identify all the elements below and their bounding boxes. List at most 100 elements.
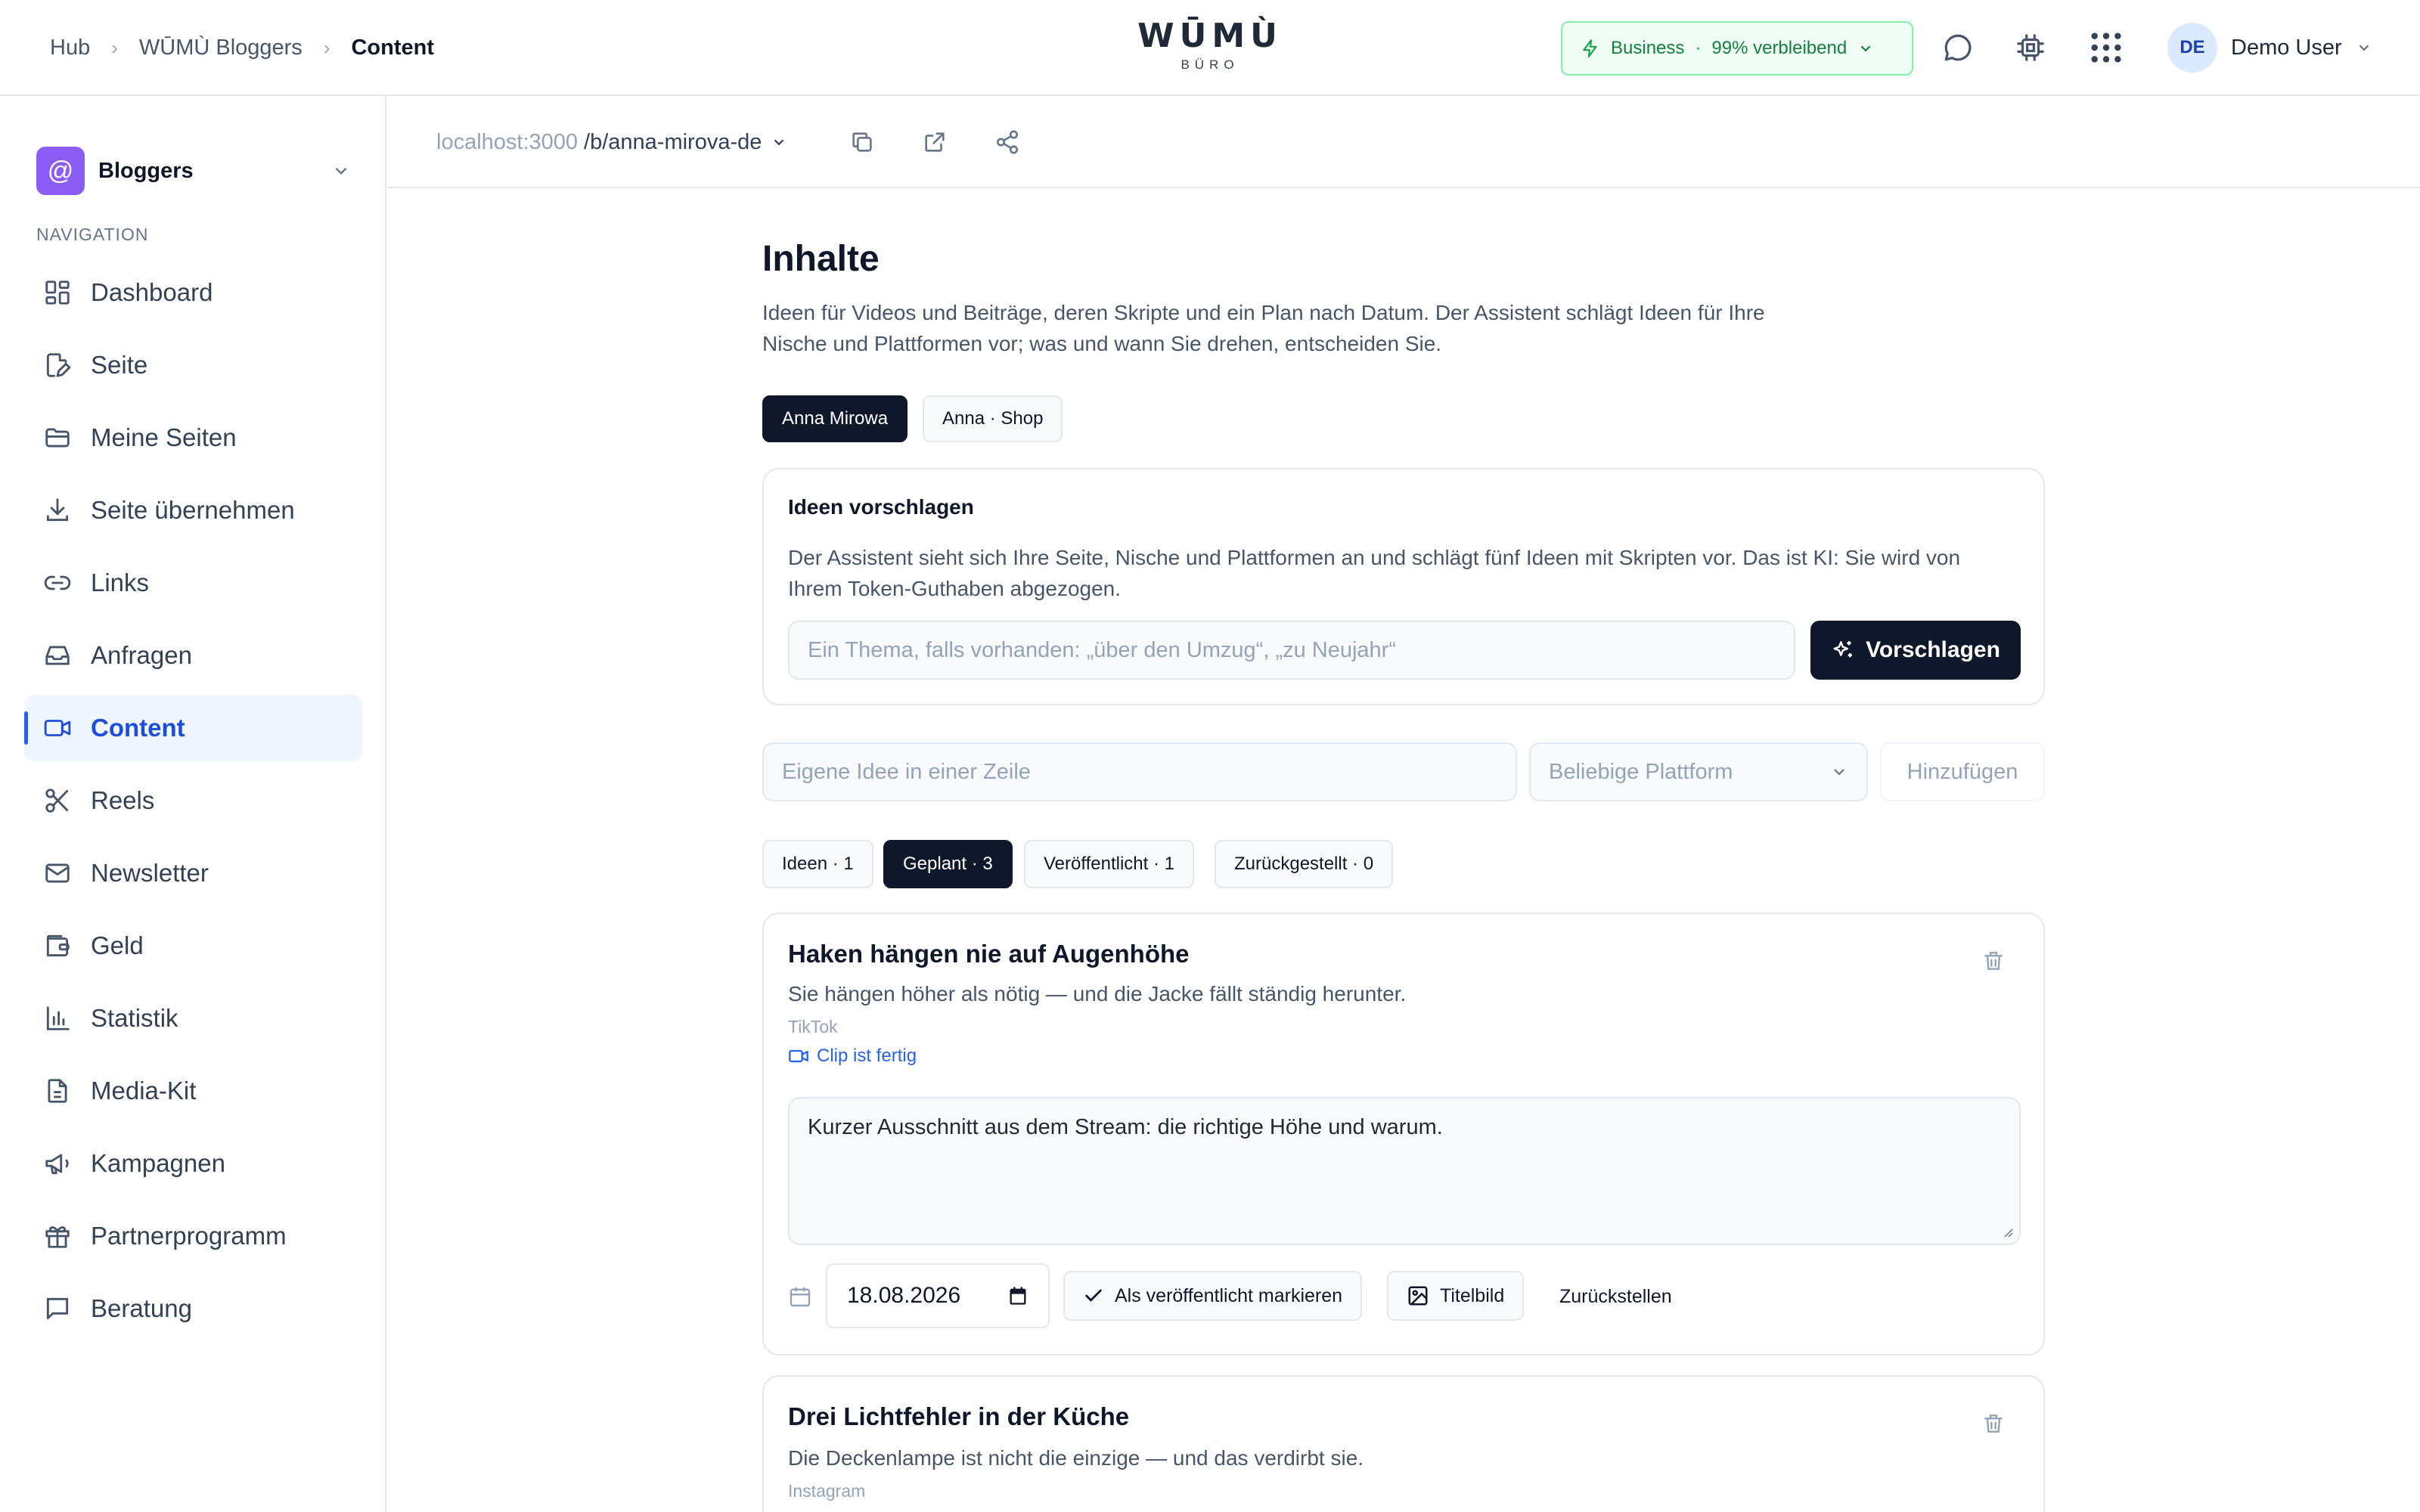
bar-chart-icon (41, 1002, 74, 1035)
dashboard-icon (41, 276, 74, 309)
plan-separator: · (1695, 38, 1702, 58)
sidebar-item-links[interactable]: Links (24, 550, 363, 616)
item-title: Drei Lichtfehler in der Küche (788, 1402, 1130, 1430)
user-name: Demo User (2231, 35, 2342, 60)
chat-bubble-icon[interactable] (1939, 29, 1977, 67)
sidebar-item-kampagnen[interactable]: Kampagnen (24, 1130, 363, 1197)
profile-tab-anna-shop[interactable]: Anna · Shop (923, 395, 1063, 442)
plan-remaining: 99% verbleibend (1711, 38, 1848, 58)
inbox-icon (41, 639, 74, 672)
workspace-badge: @ (36, 147, 85, 195)
resize-handle-icon[interactable] (2001, 1225, 2013, 1238)
page-url-select[interactable]: localhost:3000 /b/anna-mirova-de (436, 96, 787, 188)
sidebar-item-reels[interactable]: Reels (24, 767, 363, 834)
workspace-switcher[interactable]: @ Bloggers (36, 146, 351, 196)
topic-input[interactable]: Ein Thema, falls vorhanden: „über den Um… (788, 621, 1795, 680)
chevron-down-icon (1830, 763, 1848, 781)
nav-section-title: NAVIGATION (36, 225, 149, 244)
sidebar-item-label: Statistik (91, 1004, 178, 1032)
mark-published-button[interactable]: Als veröffentlicht markieren (1063, 1271, 1363, 1321)
cover-image-button[interactable]: Titelbild (1387, 1271, 1525, 1321)
sidebar-item-label: Kampagnen (91, 1149, 225, 1177)
breadcrumb-hub[interactable]: Hub (50, 36, 90, 60)
cover-image-label: Titelbild (1440, 1284, 1505, 1306)
sidebar-item-label: Links (91, 569, 150, 596)
add-idea-button[interactable]: Hinzufügen (1880, 742, 2045, 801)
trash-icon[interactable] (1978, 1408, 2009, 1439)
sidebar-item-media-kit[interactable]: Media-Kit (24, 1058, 363, 1124)
cpu-chip-icon[interactable] (2012, 29, 2049, 67)
filter-tab-geplant[interactable]: Geplant · 3 (883, 840, 1013, 888)
sidebar-item-label: Media-Kit (91, 1077, 197, 1105)
script-textarea[interactable]: Kurzer Ausschnitt aus dem Stream: die ri… (788, 1097, 2021, 1245)
content-item-card: Haken hängen nie auf Augenhöhe Sie hänge… (762, 912, 2045, 1356)
workspace-name: Bloggers (98, 158, 194, 183)
sidebar-item-geld[interactable]: Geld (24, 912, 363, 979)
calendar-picker-icon[interactable] (1007, 1285, 1028, 1306)
suggest-ideas-card: Ideen vorschlagen Der Assistent sieht si… (762, 468, 2045, 705)
gift-icon (41, 1219, 74, 1253)
url-path: /b/anna-mirova-de (584, 129, 762, 154)
sidebar-item-label: Anfragen (91, 641, 192, 669)
sidebar-item-statistik[interactable]: Statistik (24, 985, 363, 1052)
trash-icon[interactable] (1978, 946, 2009, 976)
video-icon (788, 1046, 809, 1067)
clip-ready-link[interactable]: Clip ist fertig (788, 1046, 917, 1067)
apps-grid-icon[interactable] (2087, 29, 2125, 67)
sidebar-item-label: Seite (91, 351, 148, 379)
content-item-card: Drei Lichtfehler in der Küche Die Decken… (762, 1375, 2045, 1512)
megaphone-icon (41, 1147, 74, 1180)
script-text: Kurzer Ausschnitt aus dem Stream: die ri… (808, 1115, 1443, 1139)
check-icon (1083, 1285, 1104, 1306)
suggest-text: Der Assistent sieht sich Ihre Seite, Nis… (788, 546, 1961, 600)
platform-select-value: Beliebige Plattform (1549, 759, 1733, 784)
filter-tab-ideen[interactable]: Ideen · 1 (762, 840, 873, 888)
top-bar: Hub › WŪMÙ Bloggers › Content WŪMÙ BÜRO … (0, 0, 2420, 96)
chevron-down-icon (771, 134, 787, 150)
postpone-button[interactable]: Zurückstellen (1559, 1286, 1672, 1308)
sidebar-item-anfragen[interactable]: Anfragen (24, 622, 363, 689)
profile-tab-anna-mirowa[interactable]: Anna Mirowa (762, 395, 908, 442)
suggest-title: Ideen vorschlagen (788, 495, 974, 519)
image-icon (1407, 1284, 1429, 1307)
sidebar-item-label: Seite übernehmen (91, 496, 295, 524)
copy-icon[interactable] (845, 125, 880, 160)
plan-usage-button[interactable]: Business · 99% verbleibend (1561, 21, 1913, 76)
sidebar-item-meine-seiten[interactable]: Meine Seiten (24, 404, 363, 471)
sidebar-item-seite-uebernehmen[interactable]: Seite übernehmen (24, 477, 363, 544)
sidebar-item-beratung[interactable]: Beratung (24, 1275, 363, 1342)
schedule-date-input[interactable]: 18.08.2026 (826, 1263, 1050, 1328)
sidebar-item-newsletter[interactable]: Newsletter (24, 840, 363, 906)
sidebar: @ Bloggers NAVIGATION Dashboard Seite Me… (0, 96, 386, 1512)
download-icon (41, 494, 74, 527)
own-idea-input[interactable]: Eigene Idee in einer Zeile (762, 742, 1517, 801)
mail-icon (41, 857, 74, 890)
share-icon[interactable] (990, 125, 1025, 160)
filter-tab-zurueckgestellt[interactable]: Zurückgestellt · 0 (1215, 840, 1394, 888)
logo-subtitle: BÜRO (1181, 57, 1239, 72)
suggest-button-label: Vorschlagen (1866, 637, 2000, 662)
video-icon (41, 711, 74, 745)
filter-tab-veroeffentlicht[interactable]: Veröffentlicht · 1 (1024, 840, 1194, 888)
sidebar-item-label: Content (91, 714, 185, 742)
scissors-icon (41, 784, 74, 817)
link-icon (41, 566, 74, 600)
external-link-icon[interactable] (917, 125, 952, 160)
logo[interactable]: WŪMÙ BÜRO (1134, 17, 1286, 73)
sidebar-item-dashboard[interactable]: Dashboard (24, 259, 363, 326)
sidebar-item-content[interactable]: Content (24, 695, 363, 761)
platform-select[interactable]: Beliebige Plattform (1529, 742, 1868, 801)
item-platform: Instagram (788, 1481, 866, 1501)
date-value: 18.08.2026 (847, 1283, 961, 1308)
lightning-icon (1581, 37, 1600, 60)
sidebar-item-partnerprogramm[interactable]: Partnerprogramm (24, 1203, 363, 1269)
chevron-down-icon (331, 161, 351, 181)
sidebar-item-seite[interactable]: Seite (24, 332, 363, 398)
breadcrumb-bloggers[interactable]: WŪMÙ Bloggers (139, 36, 302, 60)
suggest-button[interactable]: Vorschlagen (1810, 621, 2021, 680)
sidebar-item-label: Partnerprogramm (91, 1222, 287, 1250)
sidebar-item-label: Reels (91, 786, 155, 814)
page-edit-icon (41, 349, 74, 382)
breadcrumb: Hub › WŪMÙ Bloggers › Content (50, 0, 434, 96)
user-menu[interactable]: DE Demo User (2167, 23, 2372, 73)
